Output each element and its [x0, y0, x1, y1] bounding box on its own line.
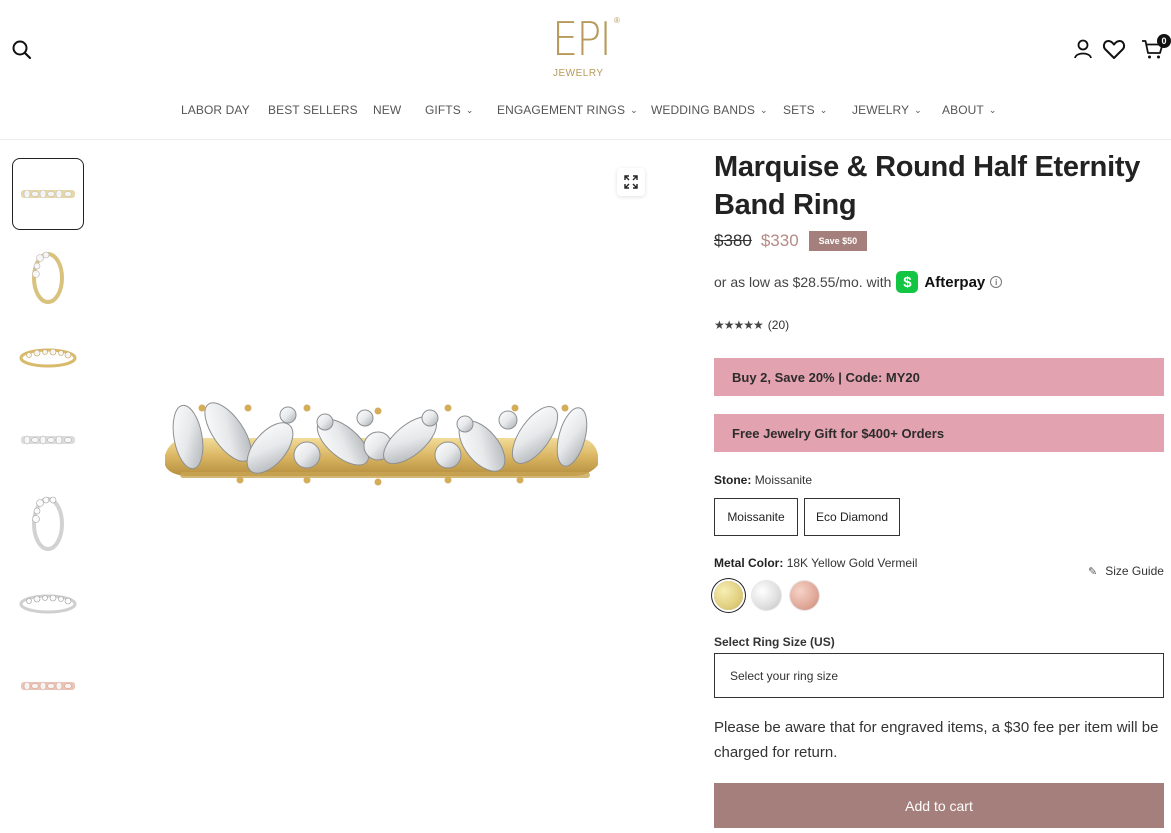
- search-icon: [12, 40, 32, 60]
- promo-banner-gift: Free Jewelry Gift for $400+ Orders: [714, 414, 1164, 452]
- metal-swatch-gold[interactable]: [714, 581, 743, 610]
- thumbnail-4[interactable]: [12, 404, 84, 476]
- nav-item-label: LABOR DAY: [181, 103, 250, 117]
- stone-label: Stone:: [714, 473, 752, 487]
- registered-mark: ®: [614, 16, 620, 25]
- promo-banner-bundle: Buy 2, Save 20% | Code: MY20: [714, 358, 1164, 396]
- nav-item-label: GIFTS: [425, 103, 461, 117]
- thumbnail-6[interactable]: [12, 568, 84, 640]
- thumbnail-7[interactable]: [12, 650, 84, 722]
- afterpay-text: or as low as $28.55/mo. with: [714, 274, 892, 290]
- metal-selected-value: 18K Yellow Gold Vermeil: [786, 556, 918, 570]
- ring-size-label: Select Ring Size (US): [714, 635, 835, 649]
- expand-icon: [624, 175, 638, 189]
- stone-option-eco-diamond[interactable]: Eco Diamond: [804, 498, 900, 536]
- pencil-icon: ✎: [1088, 565, 1098, 578]
- nav-item-label: SETS: [783, 103, 815, 117]
- nav-item-label: NEW: [373, 103, 402, 117]
- afterpay-installments: or as low as $28.55/mo. with $ Afterpay …: [714, 270, 1003, 294]
- info-icon[interactable]: i: [990, 276, 1003, 288]
- chevron-down-icon: ⌄: [819, 105, 828, 115]
- nav-item-label: BEST SELLERS: [268, 103, 358, 117]
- metal-option-label: Metal Color: 18K Yellow Gold Vermeil: [714, 556, 917, 570]
- ring-band-image: [21, 189, 75, 199]
- main-product-image[interactable]: [110, 150, 670, 720]
- logo-subtitle: JEWELRY: [553, 68, 604, 79]
- wishlist-button[interactable]: [1100, 35, 1128, 63]
- stone-option-moissanite[interactable]: Moissanite: [714, 498, 798, 536]
- chevron-down-icon: ⌄: [759, 105, 768, 115]
- add-to-cart-button[interactable]: Add to cart: [714, 783, 1164, 828]
- ring-angle-view-image: [19, 348, 77, 368]
- review-count: (20): [767, 318, 790, 332]
- ring-product-photo: [165, 402, 598, 486]
- metal-swatch-silver[interactable]: [752, 581, 781, 610]
- logo-mark: EPI: [552, 12, 612, 66]
- site-logo[interactable]: EPI ® JEWELRY: [548, 14, 628, 82]
- thumbnail-5[interactable]: [12, 486, 84, 558]
- rating-summary[interactable]: ★★★★★ (20): [714, 318, 789, 332]
- site-header: EPI ® JEWELRY 0 LABOR DAY BEST SELLERS N…: [0, 0, 1171, 140]
- save-badge: Save $50: [808, 231, 868, 251]
- nav-item-label: JEWELRY: [852, 103, 910, 117]
- nav-item-jewelry[interactable]: JEWELRY ⌄: [852, 103, 922, 117]
- chevron-down-icon: ⌄: [465, 105, 474, 115]
- thumbnail-3[interactable]: [12, 322, 84, 394]
- ring-silver-angle-image: [19, 594, 77, 614]
- chevron-down-icon: ⌄: [630, 105, 638, 115]
- nav-item-gifts[interactable]: GIFTS ⌄: [425, 103, 474, 117]
- account-button[interactable]: [1069, 35, 1097, 63]
- ring-band-rose-image: [21, 681, 75, 691]
- price-row: $380 $330 Save $50: [714, 229, 868, 253]
- thumbnail-2[interactable]: [12, 240, 84, 312]
- metal-label: Metal Color:: [714, 556, 784, 570]
- nav-item-label: ABOUT: [942, 103, 984, 117]
- star-rating-icon: ★★★★★: [714, 318, 764, 332]
- account-icon: [1074, 39, 1092, 59]
- engraving-return-notice: Please be aware that for engraved items,…: [714, 719, 1159, 761]
- nav-item-sets[interactable]: SETS ⌄: [783, 103, 827, 117]
- ring-band-silver-image: [21, 435, 75, 445]
- ring-size-placeholder: Select your ring size: [730, 668, 839, 683]
- search-button[interactable]: [8, 36, 36, 64]
- zoom-button[interactable]: [617, 168, 645, 196]
- sale-price: $330: [760, 231, 799, 250]
- nav-item-wedding-bands[interactable]: WEDDING BANDS ⌄: [651, 103, 768, 117]
- main-navigation: LABOR DAY BEST SELLERS NEW GIFTS ⌄ ENGAGE…: [0, 103, 1171, 121]
- nav-item-engagement-rings[interactable]: ENGAGEMENT RINGS ⌄: [497, 103, 638, 117]
- thumbnail-1[interactable]: [12, 158, 84, 230]
- cart-button[interactable]: 0: [1138, 34, 1171, 63]
- ring-side-view-image: [32, 251, 64, 304]
- product-title: Marquise & Round Half Eternity Band Ring: [714, 151, 1141, 221]
- nav-item-new[interactable]: NEW: [373, 103, 401, 117]
- ring-silver-side-image: [32, 496, 64, 551]
- nav-item-label: ENGAGEMENT RINGS: [497, 103, 626, 117]
- chevron-down-icon: ⌄: [988, 105, 997, 115]
- nav-item-best-sellers[interactable]: BEST SELLERS: [268, 103, 358, 117]
- heart-icon: [1102, 40, 1126, 59]
- size-guide-label: Size Guide: [1105, 564, 1164, 578]
- nav-item-about[interactable]: ABOUT ⌄: [942, 103, 997, 117]
- stone-selected-value: Moissanite: [754, 473, 813, 487]
- chevron-down-icon: ⌄: [914, 105, 922, 115]
- size-guide-link[interactable]: ✎ Size Guide: [1088, 564, 1164, 578]
- nav-item-labor-day[interactable]: LABOR DAY: [181, 103, 250, 117]
- cash-app-icon: $: [896, 271, 919, 293]
- ring-size-select[interactable]: Select your ring size: [714, 653, 1164, 698]
- stone-option-label: Stone: Moissanite: [714, 473, 812, 487]
- nav-item-label: WEDDING BANDS: [651, 103, 755, 117]
- original-price: $380: [714, 231, 752, 250]
- afterpay-logo: Afterpay: [924, 273, 986, 291]
- cart-count-badge: 0: [1157, 34, 1171, 48]
- metal-swatch-rose-gold[interactable]: [790, 581, 819, 610]
